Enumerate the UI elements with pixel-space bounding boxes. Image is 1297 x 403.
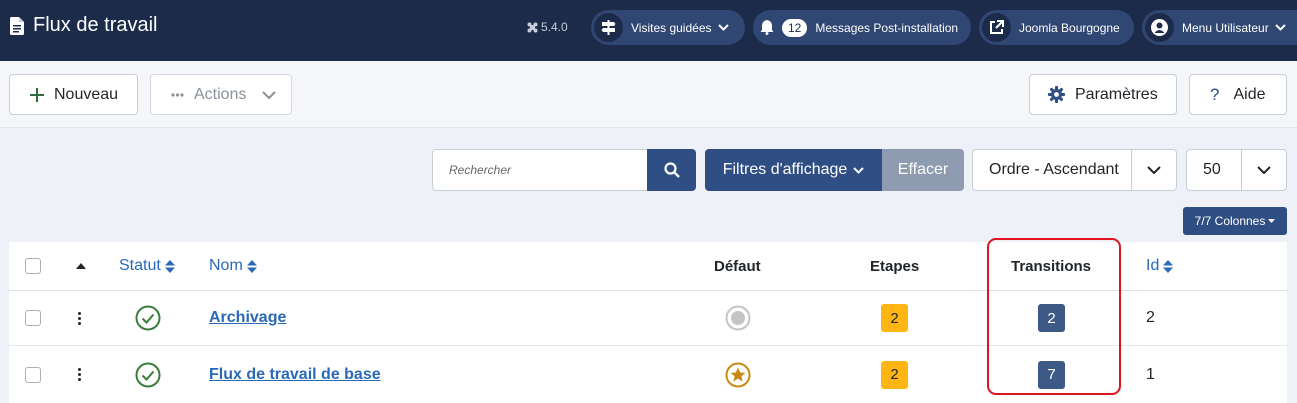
disc-circle-icon [725,305,751,331]
select-all-checkbox[interactable] [25,258,41,274]
guided-tours-label: Visites guidées [631,20,712,35]
default-toggle[interactable] [725,291,751,345]
sort-name-header[interactable]: Nom [209,242,257,290]
sort-icon [1163,259,1174,273]
default-header: Défaut [714,257,761,275]
version-number: 5.4.0 [541,20,568,34]
caret-up-icon [76,263,86,269]
search-icon [663,162,680,178]
post-install-label: Messages Post-installation [815,20,959,35]
view-site-button[interactable]: Joomla Bourgogne [979,10,1134,45]
post-install-messages-button[interactable]: 12 Messages Post-installation [753,10,971,45]
actions-dropdown[interactable]: Actions [150,74,292,115]
sort-id-header[interactable]: Id [1146,242,1174,290]
actions-label: Actions [194,85,247,103]
ordering-select[interactable]: Ordre - Ascendant [972,149,1177,191]
name-header-label: Nom [209,257,243,274]
help-label: Aide [1233,85,1266,103]
question-icon: ? [1210,84,1220,104]
page-title-area: Flux de travail [10,14,158,37]
sort-status-header[interactable]: Statut [119,242,175,290]
ordering-sort-button[interactable] [76,242,86,290]
check-circle-icon [135,305,161,331]
joomla-icon [527,22,538,32]
list-limit-select[interactable]: 50 [1186,149,1287,191]
columns-label: 7/7 Colonnes [1194,214,1266,228]
filter-options-label: Filtres d'affichage [722,161,848,178]
columns-toggle-button[interactable]: 7/7 Colonnes [1183,207,1287,235]
search-input[interactable]: Rechercher [432,149,648,191]
gear-icon [1048,86,1065,103]
sort-icon [164,259,175,273]
toolbar: Nouveau Actions Paramètres ? Aide [0,61,1297,128]
guided-tours-button[interactable]: Visites guidées [591,10,745,45]
row-checkbox[interactable] [25,366,41,383]
caret-down-icon [1268,219,1276,223]
caret-down-icon [853,166,865,174]
workflow-name-link[interactable]: Flux de travail de base [209,366,381,384]
workflow-name-link[interactable]: Archivage [209,309,286,327]
status-toggle[interactable] [135,291,161,345]
version-label: 5.4.0 [527,20,568,34]
list-limit-value: 50 [1203,161,1221,178]
chevron-down-icon [262,90,277,99]
status-toggle[interactable] [135,346,161,403]
workflow-id: 1 [1146,365,1155,383]
chevron-down-icon [1274,24,1286,31]
ellipsis-icon [171,92,184,97]
status-header-label: Statut [119,257,161,274]
drag-handle-icon[interactable] [78,311,81,325]
stages-count-badge[interactable]: 2 [881,360,908,389]
options-button[interactable]: Paramètres [1029,74,1177,115]
check-circle-icon [135,362,161,387]
user-menu-label: Menu Utilisateur [1182,20,1269,35]
post-install-count-badge: 12 [782,18,808,37]
plus-icon [30,87,44,102]
id-header-label: Id [1146,257,1160,274]
help-button[interactable]: ? Aide [1189,74,1287,115]
search-button[interactable] [647,149,696,191]
stages-header: Etapes [870,257,920,275]
new-button[interactable]: Nouveau [9,74,138,115]
chevron-down-icon [1241,150,1286,190]
document-icon [10,16,24,35]
bell-icon [756,13,778,42]
external-link-icon [982,13,1011,42]
options-label: Paramètres [1075,85,1158,103]
chevron-down-icon [717,24,729,31]
workflow-id: 2 [1146,309,1155,326]
site-name-label: Joomla Bourgogne [1019,20,1120,35]
chevron-down-icon [1131,150,1176,190]
transitions-highlight-box [987,238,1121,395]
header-bar: Flux de travail 5.4.0 Visites guidées 12… [0,0,1297,61]
filter-options-button[interactable]: Filtres d'affichage [705,149,882,191]
row-checkbox[interactable] [25,310,41,326]
clear-button[interactable]: Effacer [882,149,964,191]
default-indicator [725,346,751,403]
sort-icon [246,259,257,273]
new-button-label: Nouveau [54,85,119,103]
drag-handle-icon[interactable] [78,368,81,381]
user-menu-button[interactable]: Menu Utilisateur [1142,10,1297,45]
star-circle-icon [725,362,751,387]
stages-count-badge[interactable]: 2 [881,304,908,332]
page-title: Flux de travail [33,14,158,36]
ordering-value: Ordre - Ascendant [989,161,1119,178]
user-icon [1145,13,1174,42]
signpost-icon [594,13,623,42]
